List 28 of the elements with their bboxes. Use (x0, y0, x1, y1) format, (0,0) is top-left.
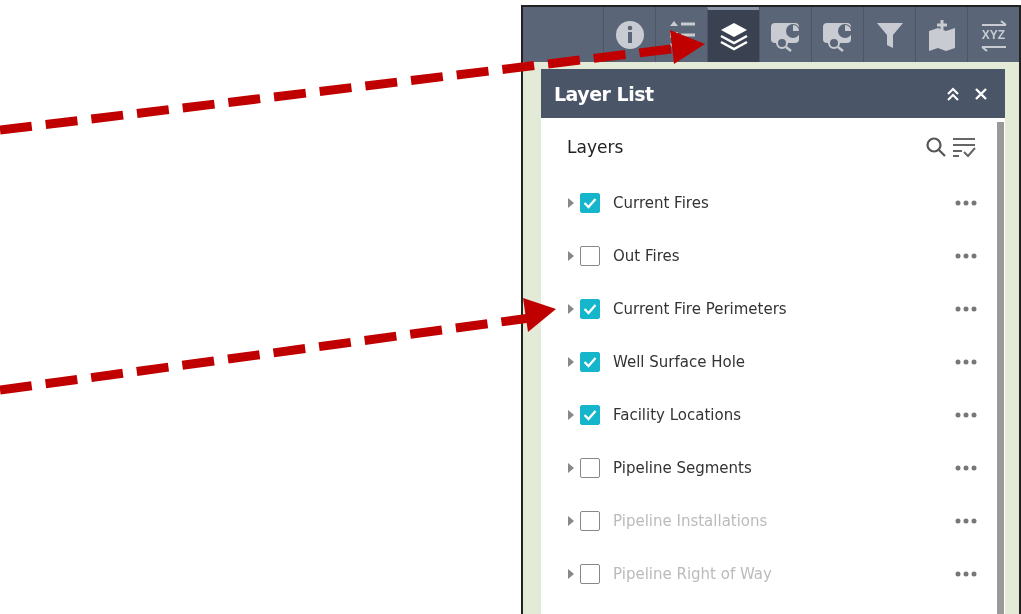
expand-icon[interactable] (567, 197, 575, 208)
expand-icon[interactable] (567, 356, 575, 367)
section-title: Layers (567, 137, 625, 157)
panel-title: Layer List (554, 82, 655, 105)
layer-checkbox[interactable] (580, 192, 600, 213)
layer-name: Out Fires (613, 246, 681, 265)
layer-name: Pipeline Segments (613, 458, 753, 477)
layer-name: Current Fire Perimeters (613, 299, 788, 318)
layer-checkbox[interactable] (580, 245, 600, 266)
expand-icon[interactable] (567, 462, 575, 473)
layer-name: Pipeline Installations (613, 511, 769, 530)
layer-checkbox[interactable] (580, 404, 600, 425)
expand-icon[interactable] (567, 303, 575, 314)
double-chevron-up-icon (945, 85, 961, 102)
expand-icon[interactable] (567, 250, 575, 261)
layer-name: Well Surface Hole (613, 352, 747, 371)
expand-icon[interactable] (567, 515, 575, 526)
scrollbar[interactable] (997, 122, 1004, 614)
expand-icon[interactable] (567, 409, 575, 420)
layer-checkbox[interactable] (580, 351, 600, 372)
expand-icon[interactable] (567, 568, 575, 579)
layer-checkbox[interactable] (580, 298, 600, 319)
layer-name: Facility Locations (613, 405, 742, 424)
layer-name: Current Fires (613, 193, 710, 212)
layer-name: Pipeline Right of Way (613, 564, 773, 583)
close-icon (973, 85, 989, 102)
layer-checkbox[interactable] (580, 457, 600, 478)
toolbar-button[interactable] (707, 7, 759, 62)
